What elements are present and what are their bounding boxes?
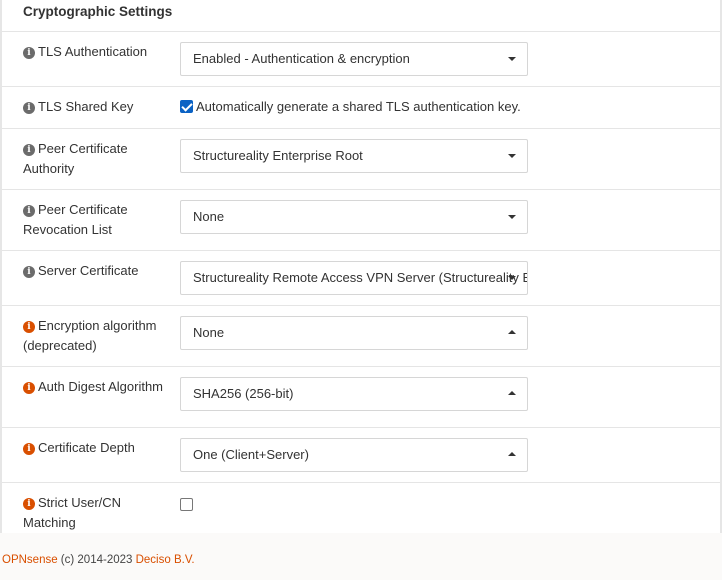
chevron-up-icon xyxy=(508,452,516,456)
info-icon[interactable]: i xyxy=(23,102,35,114)
footer: OPNsense (c) 2014-2023 Deciso B.V. xyxy=(0,533,722,580)
info-icon[interactable]: i xyxy=(23,205,35,217)
row-encryption-algorithm: i Encryption algorithm (deprecated) None xyxy=(2,306,720,367)
peer-crl-label: i Peer Certificate Revocation List xyxy=(23,202,128,237)
tls-shared-key-checkbox-wrap: Automatically generate a shared TLS auth… xyxy=(180,99,521,115)
cryptographic-settings-panel: Cryptographic Settings i TLS Authenticati… xyxy=(0,0,722,533)
peer-certificate-authority-label: i Peer Certificate Authority xyxy=(23,141,128,176)
server-certificate-select[interactable]: Structureality Remote Access VPN Server … xyxy=(180,261,528,295)
info-icon[interactable]: i xyxy=(23,443,35,455)
auth-digest-label: i Auth Digest Algorithm xyxy=(23,377,173,397)
encryption-algorithm-label: i Encryption algorithm (deprecated) xyxy=(23,318,157,353)
peer-certificate-authority-select[interactable]: Structureality Enterprise Root xyxy=(180,139,528,173)
section-title: Cryptographic Settings xyxy=(2,0,720,32)
chevron-down-icon xyxy=(508,57,516,61)
peer-crl-select[interactable]: None xyxy=(180,200,528,234)
row-auth-digest: i Auth Digest Algorithm SHA256 (256-bit) xyxy=(2,367,720,428)
encryption-algorithm-select[interactable]: None xyxy=(180,316,528,350)
footer-copyright: (c) 2014-2023 xyxy=(57,554,136,566)
auth-digest-select[interactable]: SHA256 (256-bit) xyxy=(180,377,528,411)
strict-cn-checkbox-wrap xyxy=(180,497,196,513)
info-icon[interactable]: i xyxy=(23,382,35,394)
row-server-certificate: i Server Certificate Structureality Remot… xyxy=(2,251,720,306)
certificate-depth-select[interactable]: One (Client+Server) xyxy=(180,438,528,472)
footer-company-link[interactable]: Deciso B.V. xyxy=(136,554,195,566)
row-strict-cn-matching: i Strict User/CN Matching xyxy=(2,483,720,533)
row-certificate-depth: i Certificate Depth One (Client+Server) xyxy=(2,428,720,483)
footer-brand-link[interactable]: OPNsense xyxy=(2,554,58,566)
row-peer-certificate-authority: i Peer Certificate Authority Structureali… xyxy=(2,129,720,190)
row-tls-authentication: i TLS Authentication Enabled - Authentica… xyxy=(2,32,720,87)
row-peer-crl: i Peer Certificate Revocation List None xyxy=(2,190,720,251)
server-certificate-label: i Server Certificate xyxy=(23,261,173,281)
tls-authentication-select[interactable]: Enabled - Authentication & encryption xyxy=(180,42,528,76)
tls-shared-key-checkbox[interactable] xyxy=(180,100,193,113)
tls-authentication-label: i TLS Authentication xyxy=(23,42,173,62)
tls-shared-key-label: i TLS Shared Key xyxy=(23,97,173,117)
certificate-depth-label: i Certificate Depth xyxy=(23,438,173,458)
chevron-up-icon xyxy=(508,391,516,395)
strict-cn-checkbox[interactable] xyxy=(180,498,193,511)
row-tls-shared-key: i TLS Shared Key Automatically generate a… xyxy=(2,87,720,129)
strict-cn-label: i Strict User/CN Matching xyxy=(23,495,122,530)
info-icon[interactable]: i xyxy=(23,321,35,333)
chevron-down-icon xyxy=(508,154,516,158)
chevron-down-icon xyxy=(508,276,516,280)
info-icon[interactable]: i xyxy=(23,47,35,59)
info-icon[interactable]: i xyxy=(23,144,35,156)
info-icon[interactable]: i xyxy=(23,266,35,278)
chevron-up-icon xyxy=(508,330,516,334)
info-icon[interactable]: i xyxy=(23,498,35,510)
chevron-down-icon xyxy=(508,215,516,219)
tls-shared-key-checkbox-label[interactable]: Automatically generate a shared TLS auth… xyxy=(196,99,521,114)
